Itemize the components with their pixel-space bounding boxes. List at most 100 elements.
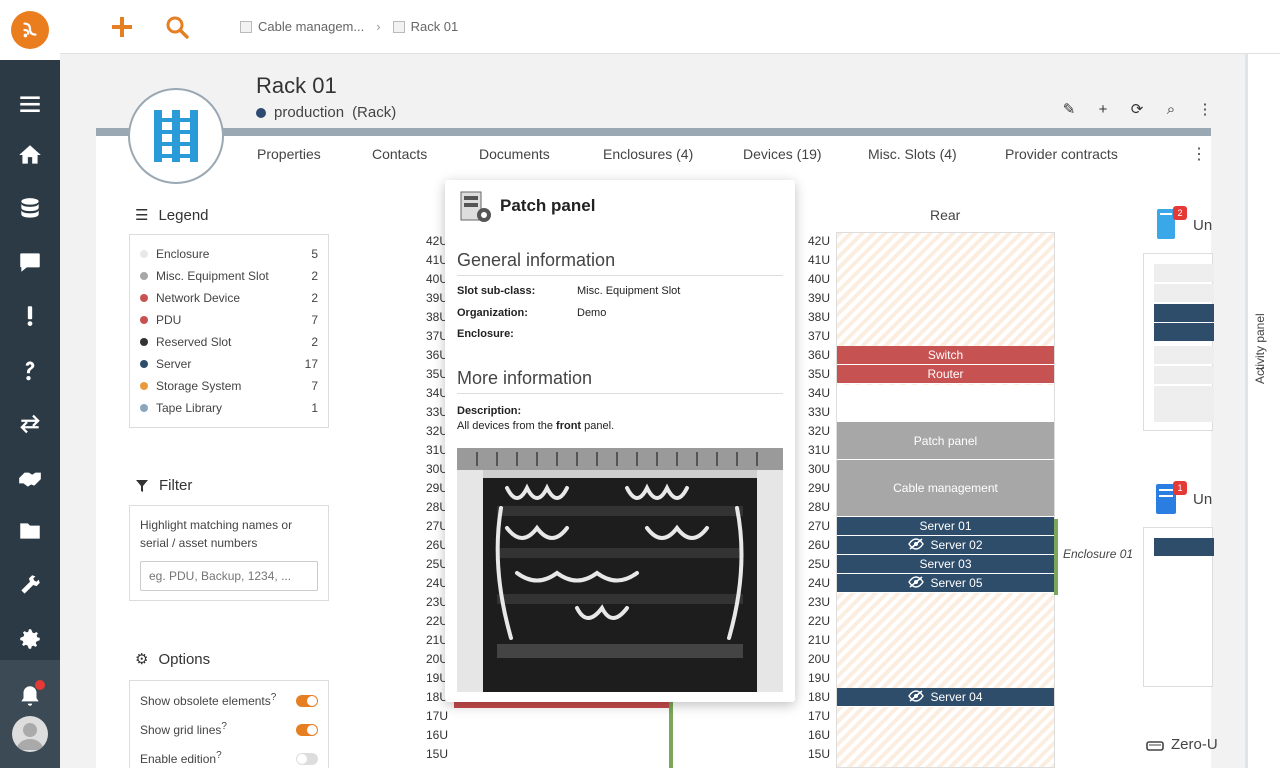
unit-label: 23U xyxy=(425,595,448,609)
tab-misc-slots[interactable]: Misc. Slots (4) xyxy=(868,146,957,162)
unit-label: 19U xyxy=(425,671,448,685)
help-mark[interactable]: ? xyxy=(271,692,277,703)
rack-device[interactable]: Patch panel xyxy=(837,422,1054,460)
unit-label: 27U xyxy=(425,519,448,533)
legend-item: Enclosure 5 xyxy=(140,243,318,265)
tab-documents[interactable]: Documents xyxy=(479,146,550,162)
rack-device[interactable]: Server 01 xyxy=(837,517,1054,536)
unit-label: 31U xyxy=(425,443,448,457)
legend-item-name: Misc. Equipment Slot xyxy=(156,269,269,283)
folder-icon[interactable] xyxy=(0,509,60,553)
unit-label: 16U xyxy=(807,728,830,742)
rack-icon xyxy=(392,20,405,33)
chat-icon[interactable] xyxy=(0,240,60,284)
status-text: production xyxy=(274,104,345,121)
add-icon[interactable] xyxy=(107,12,137,42)
rack-device-label: Server 04 xyxy=(930,690,983,704)
help-mark[interactable]: ? xyxy=(216,750,222,761)
options-title: ⚙ Options xyxy=(135,650,210,669)
tab-enclosures[interactable]: Enclosures (4) xyxy=(603,146,693,162)
exchange-icon[interactable] xyxy=(0,402,60,446)
home-icon[interactable] xyxy=(0,133,60,177)
rack-device[interactable]: Server 02 xyxy=(837,536,1054,555)
toggle-show-grid-lines[interactable] xyxy=(296,724,318,736)
toggle-enable-edition[interactable] xyxy=(296,753,318,765)
alert-icon[interactable] xyxy=(0,294,60,338)
description-text: All devices from the front panel. xyxy=(457,420,615,432)
rack-device[interactable]: Switch xyxy=(837,346,1054,365)
search-icon[interactable] xyxy=(162,12,192,42)
rack-device[interactable]: Server 03 xyxy=(837,555,1054,574)
search-icon[interactable]: ⌕ xyxy=(1160,98,1182,120)
unit-label: 22U xyxy=(425,614,448,628)
page-title: Rack 01 xyxy=(256,73,337,98)
filter-input[interactable] xyxy=(140,561,318,591)
rack-device-label: Server 02 xyxy=(930,538,983,552)
popover-title: Patch panel xyxy=(500,196,596,215)
unit-label: 42U xyxy=(807,234,830,248)
list-item[interactable] xyxy=(1154,264,1214,282)
rack-device[interactable]: Server 04 xyxy=(837,688,1054,707)
legend-color-dot xyxy=(140,382,148,390)
unit-label: 15U xyxy=(807,747,830,761)
more-vertical-icon[interactable]: ⋮ xyxy=(1194,98,1216,120)
add-icon[interactable]: + xyxy=(1092,98,1114,120)
legend-item-count: 2 xyxy=(311,269,318,283)
list-item[interactable] xyxy=(1154,346,1214,364)
status-dot xyxy=(256,107,266,118)
settings-icon[interactable] xyxy=(0,617,60,661)
list-item[interactable] xyxy=(1154,386,1214,404)
help-mark[interactable]: ? xyxy=(221,721,227,732)
toggle-show-obsolete[interactable] xyxy=(296,695,318,707)
patch-panel-photo xyxy=(457,448,783,692)
rack-device-label: Server 05 xyxy=(930,576,983,590)
tab-properties[interactable]: Properties xyxy=(257,146,321,162)
rack-device[interactable]: Cable management xyxy=(837,460,1054,517)
gear-icon: ⚙ xyxy=(135,651,149,668)
rear-title: Rear xyxy=(930,207,961,223)
tab-provider-contracts[interactable]: Provider contracts xyxy=(1005,146,1118,162)
unit-label: 33U xyxy=(807,405,830,419)
help-icon[interactable] xyxy=(0,348,60,392)
unit-label: 30U xyxy=(425,462,448,476)
tools-icon[interactable] xyxy=(0,563,60,607)
unit-label: 28U xyxy=(807,500,830,514)
unit-label: 34U xyxy=(425,386,448,400)
description-label: Description: xyxy=(457,405,522,417)
option-enable-edition: Enable edition? xyxy=(140,750,222,766)
list-item[interactable] xyxy=(1154,284,1214,302)
list-item[interactable] xyxy=(1154,404,1214,422)
list-item[interactable] xyxy=(1154,366,1214,384)
legend-item-count: 7 xyxy=(311,379,318,393)
breadcrumb-item-cable-management[interactable]: Cable managem... xyxy=(258,19,364,34)
activity-panel[interactable]: ‹ Activity panel xyxy=(1245,54,1280,768)
unit-label: 27U xyxy=(807,519,830,533)
app-logo[interactable] xyxy=(0,0,60,60)
tab-devices[interactable]: Devices (19) xyxy=(743,146,822,162)
handshake-icon[interactable] xyxy=(0,456,60,500)
tabs-more-icon[interactable]: ⋮ xyxy=(1191,144,1207,164)
field-slot-subclass: Slot sub-class: Misc. Equipment Slot xyxy=(457,285,681,297)
breadcrumb-item-rack[interactable]: Rack 01 xyxy=(411,19,459,34)
unit-label: 18U xyxy=(425,690,448,704)
option-label: Show grid lines xyxy=(140,723,222,737)
tab-contacts[interactable]: Contacts xyxy=(372,146,427,162)
unit-label: 20U xyxy=(425,652,448,666)
refresh-icon[interactable]: ⟳ xyxy=(1126,98,1148,120)
enclosure-bar xyxy=(1054,519,1058,595)
legend-item-name: PDU xyxy=(156,313,182,327)
list-item[interactable] xyxy=(1154,323,1214,341)
list-item[interactable] xyxy=(1154,304,1214,322)
rack-device[interactable]: Router xyxy=(837,365,1054,384)
option-label: Enable edition xyxy=(140,752,217,766)
database-icon[interactable] xyxy=(0,187,60,231)
menu-toggle-icon[interactable] xyxy=(0,82,60,126)
avatar[interactable] xyxy=(12,716,48,752)
unit-label: 17U xyxy=(807,709,830,723)
rack-device[interactable]: Server 05 xyxy=(837,574,1054,593)
list-item[interactable] xyxy=(1154,538,1214,556)
edit-icon[interactable]: ✎ xyxy=(1058,98,1080,120)
unit-label: 26U xyxy=(425,538,448,552)
unmounted-card xyxy=(1143,253,1214,431)
bell-icon[interactable] xyxy=(0,674,60,718)
